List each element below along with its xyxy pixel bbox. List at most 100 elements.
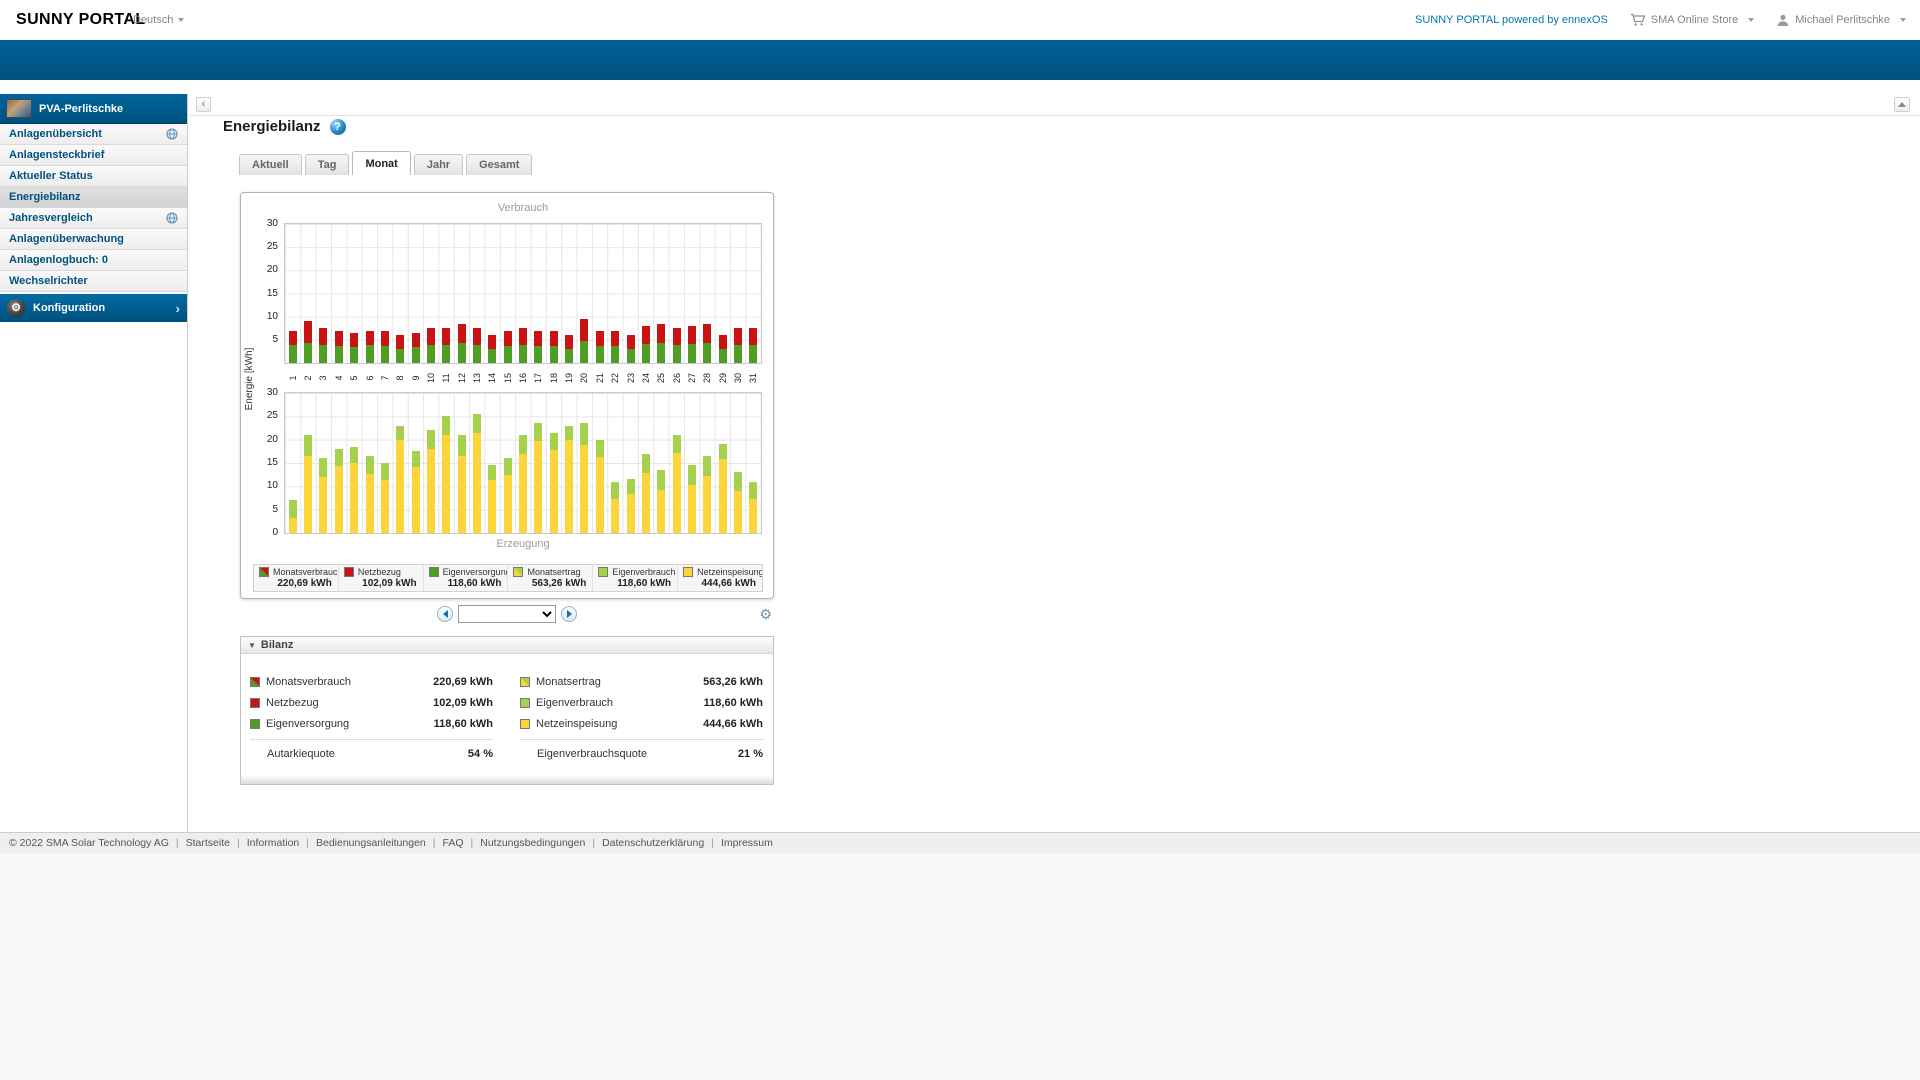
sidebar-item-wechselrichter[interactable]: Wechselrichter (0, 271, 187, 292)
bar-eigenverbrauch (673, 435, 681, 453)
legend-item-netzbezug: Netzbezug102,09 kWh (339, 565, 424, 591)
bar-netzeinspeisung (580, 445, 588, 533)
bar-netzbezug (396, 335, 404, 348)
bar-netzeinspeisung (319, 477, 327, 533)
chart-title-verbrauch: Verbrauch (284, 202, 762, 214)
chevron-down-icon (1900, 18, 1906, 22)
sidebar-item-anlagen-berwachung[interactable]: Anlagenüberwachung (0, 229, 187, 250)
bar-eigenversorgung (335, 346, 343, 363)
previous-month-button[interactable] (437, 606, 453, 622)
bar-netzeinspeisung (350, 463, 358, 534)
y-tick-label: 20 (241, 434, 278, 446)
scroll-up-button[interactable] (1894, 97, 1910, 112)
bilanz-row-netzeinspeisung: Netzeinspeisung444,66 kWh (520, 713, 763, 734)
footer-link-bedienungsanleitungen[interactable]: Bedienungsanleitungen (316, 837, 426, 849)
bar-netzeinspeisung (504, 475, 512, 533)
footer-separator: | (433, 837, 436, 849)
bar-netzbezug (442, 328, 450, 344)
y-tick-label: 30 (241, 387, 278, 399)
bar-netzbezug (550, 331, 558, 346)
blue-banner (0, 40, 1920, 80)
bar-eigenversorgung (319, 345, 327, 364)
y-tick-label: 10 (241, 480, 278, 492)
store-label: SMA Online Store (1651, 14, 1738, 26)
bar-eigenversorgung (427, 345, 435, 364)
bar-eigenverbrauch (734, 472, 742, 490)
footer-link-nutzungsbedingungen[interactable]: Nutzungsbedingungen (480, 837, 585, 849)
footer-link-startseite[interactable]: Startseite (186, 837, 230, 849)
konfiguration-label: Konfiguration (33, 302, 105, 314)
chart-settings-gear-icon[interactable]: ⚙ (759, 605, 772, 623)
bilanz-swatch-eigenversorgung (250, 719, 260, 729)
user-icon (1776, 13, 1790, 27)
tab-monat[interactable]: Monat (352, 151, 410, 175)
bar-netzeinspeisung (627, 494, 635, 533)
plant-header[interactable]: PVA-Perlitschke (0, 94, 187, 124)
sidebar-item-anlagen-bersicht[interactable]: Anlagenübersicht (0, 124, 187, 145)
help-icon[interactable]: ? (330, 119, 346, 135)
bilanz-swatch-netzbezug (250, 698, 260, 708)
bar-netzbezug (611, 331, 619, 346)
content-top-strip: ‹ (189, 94, 1920, 116)
legend-value: 118,60 kWh (429, 578, 504, 589)
tab-jahr[interactable]: Jahr (414, 154, 463, 175)
sidebar-item-jahresvergleich[interactable]: Jahresvergleich (0, 208, 187, 229)
next-month-button[interactable] (561, 606, 577, 622)
bar-netzbezug (596, 331, 604, 347)
bar-netzeinspeisung (565, 440, 573, 533)
bar-eigenversorgung (458, 343, 466, 363)
sidebar-item-anlagenlogbuch-0[interactable]: Anlagenlogbuch: 0 (0, 250, 187, 271)
month-select[interactable] (458, 605, 556, 623)
bar-eigenverbrauch (488, 465, 496, 480)
tab-tag[interactable]: Tag (305, 154, 350, 175)
bar-eigenversorgung (611, 346, 619, 363)
language-selector[interactable]: Deutsch (133, 14, 184, 26)
sidebar-item-aktueller-status[interactable]: Aktueller Status (0, 166, 187, 187)
sidebar-item-energiebilanz[interactable]: Energiebilanz (0, 187, 187, 208)
bar-eigenverbrauch (396, 426, 404, 441)
footer-link-impressum[interactable]: Impressum (721, 837, 773, 849)
x-axis-day-labels: 1234567891011121314151617181920212223242… (284, 364, 762, 392)
bar-eigenversorgung (657, 343, 665, 363)
footer-link-datenschutzerkl-rung[interactable]: Datenschutzerklärung (602, 837, 704, 849)
bar-netzbezug (719, 335, 727, 348)
bar-netzbezug (565, 335, 573, 348)
bar-eigenverbrauch (304, 435, 312, 456)
bar-eigenverbrauch (319, 458, 327, 477)
legend-item-monatsverbrauch: Monatsverbrauch220,69 kWh (254, 565, 339, 591)
bar-netzbezug (657, 324, 665, 344)
sma-online-store-link[interactable]: SMA Online Store (1630, 13, 1754, 27)
legend-label: Netzbezug (358, 567, 401, 577)
triangle-down-icon: ▼ (248, 641, 256, 650)
bilanz-header[interactable]: ▼ Bilanz (241, 637, 773, 654)
bar-netzbezug (381, 331, 389, 347)
footer-link-faq[interactable]: FAQ (442, 837, 463, 849)
bar-eigenverbrauch (580, 423, 588, 445)
bar-netzeinspeisung (673, 453, 681, 533)
legend-value: 118,60 kWh (598, 578, 673, 589)
bar-eigenverbrauch (550, 433, 558, 450)
bar-eigenverbrauch (442, 416, 450, 435)
footer-copyright: © 2022 SMA Solar Technology AG (9, 837, 169, 849)
tab-aktuell[interactable]: Aktuell (239, 154, 302, 175)
powered-by-link[interactable]: SUNNY PORTAL powered by ennexOS (1415, 14, 1608, 26)
chevron-down-icon (178, 18, 184, 22)
top-right-cluster: SUNNY PORTAL powered by ennexOS SMA Onli… (1415, 0, 1906, 40)
bar-netzbezug (627, 335, 635, 348)
bar-netzeinspeisung (473, 433, 481, 533)
y-tick-label: 5 (241, 334, 278, 346)
legend-label: Eigenversorgung (443, 567, 509, 577)
sidebar-collapse-button[interactable]: ‹ (196, 97, 211, 112)
legend-label-row: Eigenversorgung (429, 567, 504, 577)
gear-icon: ⚙ (7, 299, 25, 317)
sidebar-item-konfiguration[interactable]: ⚙ Konfiguration › (0, 294, 187, 322)
bar-eigenverbrauch (350, 447, 358, 463)
bar-netzeinspeisung (642, 473, 650, 533)
user-menu[interactable]: Michael Perlitschke (1776, 13, 1906, 27)
bilanz-separator (520, 739, 763, 740)
sidebar-item-anlagensteckbrief[interactable]: Anlagensteckbrief (0, 145, 187, 166)
page-title-row: Energiebilanz ? (223, 118, 346, 135)
footer-link-information[interactable]: Information (247, 837, 300, 849)
bar-netzeinspeisung (519, 454, 527, 533)
tab-gesamt[interactable]: Gesamt (466, 154, 532, 175)
